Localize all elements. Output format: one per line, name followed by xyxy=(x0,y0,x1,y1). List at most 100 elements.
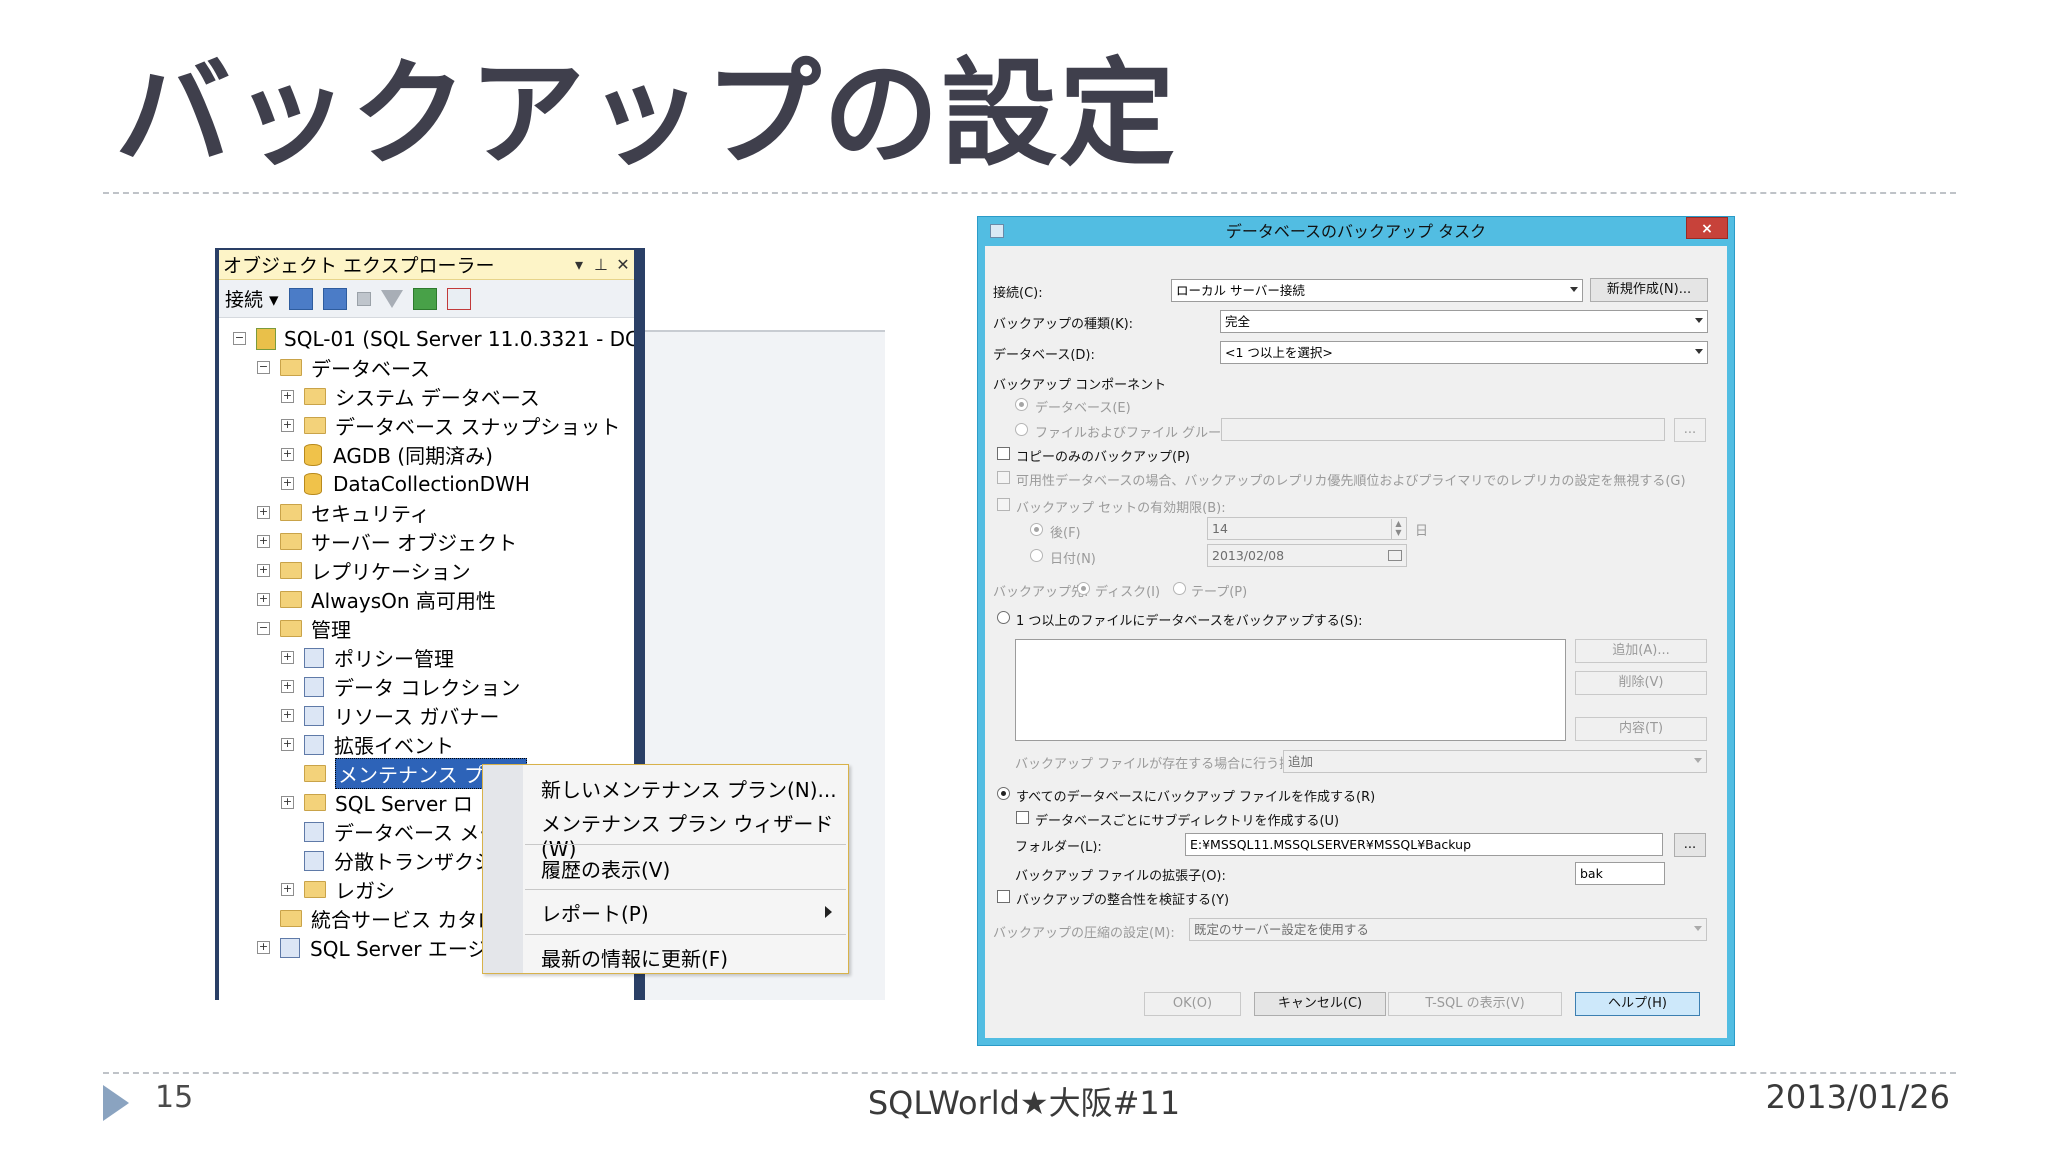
folder-icon xyxy=(280,591,302,608)
add-file-button[interactable]: 追加(A)... xyxy=(1575,639,1707,663)
help-button[interactable]: ヘルプ(H) xyxy=(1575,992,1700,1016)
event-name: SQLWorld★大阪#11 xyxy=(867,1084,1181,1122)
database-select[interactable]: <1 つ以上を選択> xyxy=(1220,341,1708,364)
folder-browse-button[interactable]: ... xyxy=(1674,833,1706,857)
tree-node-server-objects[interactable]: + サーバー オブジェクト xyxy=(219,527,634,556)
expire-days-stepper[interactable]: 14 ▲ ▼ xyxy=(1207,517,1407,540)
expand-toggle[interactable]: + xyxy=(281,448,294,461)
expire-checkbox[interactable] xyxy=(997,498,1010,511)
expand-toggle[interactable]: + xyxy=(281,390,294,403)
component-files-radio[interactable] xyxy=(1015,423,1028,436)
close-icon[interactable]: ✕ xyxy=(612,255,634,274)
compression-select[interactable]: 既定のサーバー設定を使用する xyxy=(1189,918,1707,941)
destination-tape-radio[interactable] xyxy=(1173,582,1186,595)
expand-toggle[interactable]: + xyxy=(281,419,294,432)
expire-on-label: 日付(N) xyxy=(1050,552,1096,567)
tree-node-security[interactable]: + セキュリティ xyxy=(219,498,634,527)
subdirectory-checkbox[interactable] xyxy=(1016,811,1029,824)
ok-button[interactable]: OK(O) xyxy=(1144,992,1241,1016)
tree-node-replication[interactable]: + レプリケーション xyxy=(219,556,634,585)
connect-object-icon[interactable] xyxy=(288,287,313,310)
menu-item-view-history[interactable]: 履歴の表示(V) xyxy=(541,854,670,883)
disconnect-icon[interactable] xyxy=(322,287,347,310)
verify-integrity-checkbox[interactable] xyxy=(997,890,1010,903)
expand-toggle[interactable]: + xyxy=(281,651,294,664)
backup-type-select[interactable]: 完全 xyxy=(1220,310,1708,333)
window-position-icon[interactable]: ▾ xyxy=(568,255,590,274)
copy-only-checkbox[interactable] xyxy=(997,447,1010,460)
expand-toggle[interactable]: + xyxy=(281,796,294,809)
tree-node-server[interactable]: − SQL-01 (SQL Server 11.0.3321 - DC xyxy=(219,324,634,353)
files-filegroups-field[interactable] xyxy=(1221,418,1665,441)
menu-separator xyxy=(525,844,846,845)
activity-monitor-icon[interactable] xyxy=(446,287,471,310)
expand-toggle[interactable]: + xyxy=(281,883,294,896)
days-unit-label: 日 xyxy=(1415,524,1429,539)
dialog-close-button[interactable]: × xyxy=(1686,217,1728,239)
menu-item-reports[interactable]: レポート(P) xyxy=(541,898,649,927)
footer-divider xyxy=(103,1072,1956,1074)
filter-icon[interactable] xyxy=(380,289,403,308)
tree-node-extended-events[interactable]: + 拡張イベント xyxy=(219,730,634,759)
ignore-replica-checkbox[interactable] xyxy=(997,471,1010,484)
destination-disk-radio[interactable] xyxy=(1077,582,1090,595)
if-exists-select[interactable]: 追加 xyxy=(1283,750,1707,773)
menu-item-refresh[interactable]: 最新の情報に更新(F) xyxy=(541,943,728,972)
expand-toggle[interactable]: + xyxy=(257,564,270,577)
view-tsql-button[interactable]: T-SQL の表示(V) xyxy=(1388,992,1562,1016)
stop-icon[interactable] xyxy=(356,291,371,306)
new-connection-button[interactable]: 新規作成(N)... xyxy=(1590,278,1708,302)
expand-toggle[interactable]: + xyxy=(257,535,270,548)
tree-node-policy-management[interactable]: + ポリシー管理 xyxy=(219,643,634,672)
extended-events-icon xyxy=(304,734,324,755)
tree-node-alwayson[interactable]: + AlwaysOn 高可用性 xyxy=(219,585,634,614)
extension-field[interactable]: bak xyxy=(1575,862,1665,885)
tree-node-management[interactable]: − 管理 xyxy=(219,614,634,643)
menu-item-new-maintenance-plan[interactable]: 新しいメンテナンス プラン(N)... xyxy=(541,774,837,803)
connection-select[interactable]: ローカル サーバー接続 xyxy=(1171,279,1583,302)
expand-toggle[interactable]: + xyxy=(257,593,270,606)
cancel-button[interactable]: キャンセル(C) xyxy=(1254,992,1386,1016)
backup-type-label: バックアップの種類(K): xyxy=(993,317,1134,332)
auto-hide-pin-icon[interactable]: ⊥ xyxy=(590,255,612,274)
slide-title: バックアップの設定 xyxy=(115,47,1177,182)
file-contents-button[interactable]: 内容(T) xyxy=(1575,717,1707,741)
collapse-toggle[interactable]: − xyxy=(257,622,270,635)
connect-button[interactable]: 接続 ▾ xyxy=(225,285,279,312)
expand-toggle[interactable]: + xyxy=(257,941,270,954)
collapse-toggle[interactable]: − xyxy=(233,332,246,345)
refresh-icon[interactable] xyxy=(412,287,437,310)
tree-node-datacollectiondwh[interactable]: + DataCollectionDWH xyxy=(219,469,634,498)
folder-field[interactable]: E:¥MSSQL11.MSSQLSERVER¥MSSQL¥Backup xyxy=(1185,833,1663,856)
dialog-body: 接続(C): ローカル サーバー接続 新規作成(N)... バックアップの種類(… xyxy=(985,246,1727,1038)
tree-node-system-databases[interactable]: + システム データベース xyxy=(219,382,634,411)
tree-node-resource-governor[interactable]: + リソース ガバナー xyxy=(219,701,634,730)
tree-node-data-collection[interactable]: + データ コレクション xyxy=(219,672,634,701)
expand-toggle[interactable]: + xyxy=(281,680,294,693)
remove-file-button[interactable]: 削除(V) xyxy=(1575,671,1707,695)
expire-date-picker[interactable]: 2013/02/08 xyxy=(1207,544,1407,567)
folder-icon xyxy=(304,765,326,782)
collapse-toggle[interactable]: − xyxy=(257,361,270,374)
backup-files-list[interactable] xyxy=(1015,639,1566,741)
expand-toggle[interactable]: + xyxy=(281,738,294,751)
backup-across-files-radio[interactable] xyxy=(997,611,1010,624)
calendar-icon[interactable] xyxy=(1388,550,1402,561)
subdirectory-label: データベースごとにサブディレクトリを作成する(U) xyxy=(1035,814,1340,829)
expire-after-radio[interactable] xyxy=(1030,523,1043,536)
tree-node-snapshots[interactable]: + データベース スナップショット xyxy=(219,411,634,440)
expand-toggle[interactable]: + xyxy=(257,506,270,519)
backup-across-files-label: 1 つ以上のファイルにデータベースをバックアップする(S): xyxy=(1016,614,1363,629)
expand-toggle[interactable]: + xyxy=(281,709,294,722)
submenu-arrow-icon xyxy=(825,906,832,918)
expand-toggle[interactable]: + xyxy=(281,477,294,490)
folder-label: フォルダー(L): xyxy=(1015,840,1102,855)
spin-arrows-icon[interactable]: ▲ ▼ xyxy=(1391,519,1405,539)
agent-icon xyxy=(280,937,300,958)
expire-on-radio[interactable] xyxy=(1030,549,1043,562)
tree-node-agdb[interactable]: + AGDB (同期済み) xyxy=(219,440,634,469)
files-browse-button[interactable]: ... xyxy=(1674,418,1706,442)
per-database-files-radio[interactable] xyxy=(997,787,1010,800)
tree-node-databases[interactable]: − データベース xyxy=(219,353,634,382)
component-database-radio[interactable] xyxy=(1015,398,1028,411)
